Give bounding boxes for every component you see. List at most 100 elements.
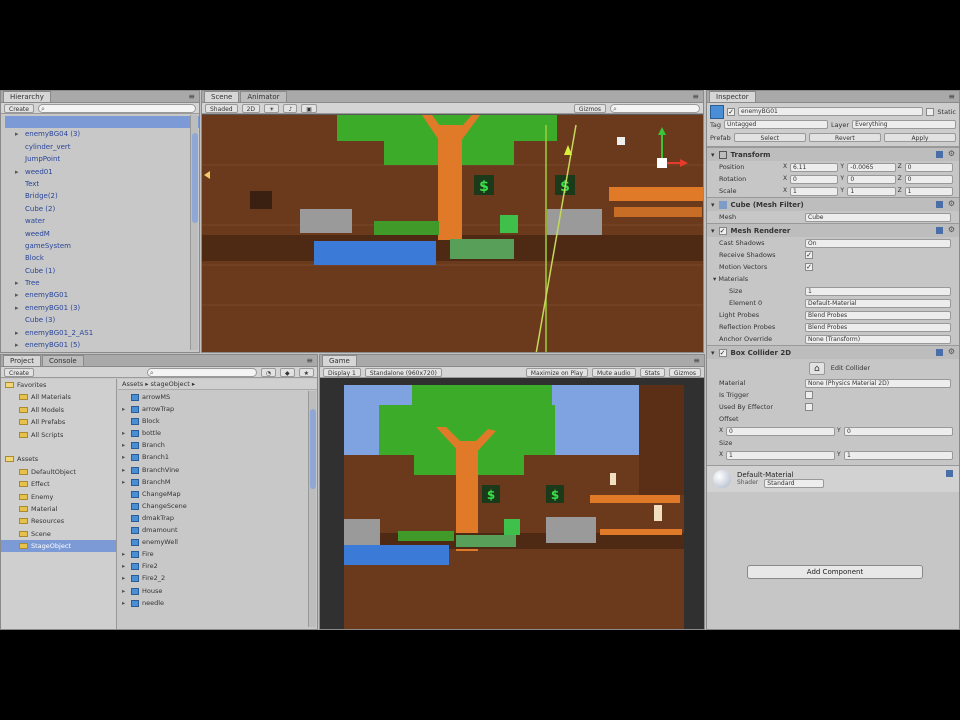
mesh-renderer-enabled-checkbox[interactable]: ✓ [718,226,727,235]
tab-console[interactable]: Console [41,355,84,366]
folder-tree-item[interactable]: Effect [1,478,116,490]
gear-icon[interactable]: ⚙ [948,149,955,158]
hierarchy-item[interactable]: enemyBG01 (3) [5,302,199,315]
project-search-input[interactable]: ⌕ [146,367,257,377]
folder-tree-item[interactable]: Assets [1,453,116,465]
transform-header[interactable]: ▾ Transform ⚙ [707,148,959,161]
box-collider-enabled-checkbox[interactable]: ✓ [718,348,727,357]
help-book-icon[interactable] [936,201,943,208]
display-dropdown[interactable]: Display 1 [323,367,361,377]
reflection-probes-dropdown[interactable]: Blend Probes [805,322,951,332]
folder-tree-item[interactable]: Scene [1,528,116,540]
box-collider-header[interactable]: ▾ ✓ Box Collider 2D ⚙ [707,346,959,359]
static-checkbox[interactable] [926,107,935,116]
hierarchy-item[interactable]: Cube (1) [5,265,199,277]
audio-toggle-icon[interactable]: ♪ [283,103,298,113]
folder-tree-item[interactable]: All Scripts [1,429,116,441]
object-name-field[interactable]: enemyBG01 [738,107,924,116]
create-button[interactable]: Create [4,367,34,377]
foldout-arrow-icon[interactable]: ▾ [711,349,715,357]
folder-tree-item[interactable]: Material [1,503,116,515]
prefab-revert-button[interactable]: Revert [808,133,881,142]
assets-scrollbar[interactable] [308,391,316,627]
hierarchy-scrollbar[interactable] [190,115,198,350]
transform-x-field[interactable]: 6.11 [790,162,839,172]
foldout-arrow-icon[interactable]: ▾ [711,227,715,235]
transform-z-field[interactable]: 0 [904,174,953,184]
motion-vectors-checkbox[interactable]: ✓ [805,263,813,271]
shading-dropdown[interactable]: Shaded [205,103,238,113]
hierarchy-item[interactable] [5,116,199,129]
add-component-button[interactable]: Add Component [747,565,923,579]
transform-x-field[interactable]: 0 [790,174,839,184]
scrollbar-thumb[interactable] [192,133,198,223]
transform-y-field[interactable]: -0.0065 [847,162,896,172]
cast-shadows-dropdown[interactable]: On [805,238,951,248]
folder-tree-item[interactable]: Enemy [1,491,116,503]
effects-toggle-icon[interactable]: ▣ [301,103,317,113]
light-toggle-icon[interactable]: ☀ [264,103,280,113]
folder-tree-item[interactable]: All Models [1,404,116,416]
mesh-field[interactable]: Cube [805,212,951,222]
maximize-on-play-toggle[interactable]: Maximize on Play [525,367,588,377]
hierarchy-item[interactable]: Block [5,252,199,264]
breadcrumb[interactable]: Assets ▸ stageObject ▸ [118,379,317,390]
transform-y-field[interactable]: 0 [847,174,896,184]
shader-dropdown[interactable]: Standard [764,478,825,488]
anchor-override-field[interactable]: None (Transform) [805,334,951,344]
gizmos-dropdown[interactable]: Gizmos [573,103,606,113]
aspect-dropdown[interactable]: Standalone (960x720) [364,367,442,377]
hierarchy-item[interactable]: enemyBG04 (3) [5,128,199,141]
folder-tree-item[interactable]: All Materials [1,391,116,403]
scrollbar-thumb[interactable] [310,409,316,489]
hierarchy-item[interactable]: gameSystem [5,240,199,252]
folder-tree-item[interactable]: DefaultObject [1,466,116,478]
hierarchy-item[interactable]: weed01 [5,166,199,179]
scene-viewport[interactable]: $ $ [202,115,703,352]
panel-menu-icon[interactable]: ≡ [306,356,313,365]
asset-item[interactable]: Fire2_2 [120,572,317,584]
mute-audio-toggle[interactable]: Mute audio [592,367,636,377]
asset-item[interactable]: BranchVine [120,464,317,476]
used-by-effector-checkbox[interactable] [805,403,813,411]
hierarchy-item[interactable]: cylinder_vert [5,141,199,153]
transform-z-field[interactable]: 1 [904,186,953,196]
hierarchy-item[interactable]: Text [5,178,199,190]
favorite-star-icon[interactable]: ★ [298,367,314,377]
material-header[interactable]: Default-Material Shader Standard [707,466,959,492]
size-field[interactable]: 1 [805,286,951,296]
physics-material-field[interactable]: None (Physics Material 2D) [805,378,951,388]
scene-search-input[interactable]: ⌕ [610,103,700,113]
hierarchy-item[interactable]: Tree [5,277,199,290]
folder-tree-item[interactable]: All Prefabs [1,416,116,428]
is-trigger-checkbox[interactable] [805,391,813,399]
tab-project[interactable]: Project [3,355,41,366]
transform-y-field[interactable]: 1 [847,186,896,196]
hierarchy-item[interactable]: weedM [5,228,199,240]
create-button[interactable]: Create [4,103,34,113]
hierarchy-item[interactable]: enemyBG01_2_AS1 [5,327,199,340]
mesh-filter-header[interactable]: ▾ Cube (Mesh Filter) ⚙ [707,198,959,211]
folder-tree-item[interactable] [1,441,116,453]
folder-tree-item[interactable]: StageObject [1,540,116,553]
asset-item[interactable]: ChangeMap [120,488,317,500]
asset-item[interactable]: House [120,585,317,597]
panel-menu-icon[interactable]: ≡ [948,92,955,101]
help-book-icon[interactable] [946,470,953,477]
prefab-apply-button[interactable]: Apply [883,133,957,142]
foldout-arrow-icon[interactable]: ▾ [711,151,715,159]
gizmos-toggle[interactable]: Gizmos [668,367,701,377]
help-book-icon[interactable] [936,151,943,158]
asset-item[interactable]: Branch [120,439,317,451]
transform-x-field[interactable]: 1 [790,186,839,196]
hierarchy-item[interactable]: enemyBG01 [5,289,199,302]
asset-item[interactable]: dmakTrap [120,512,317,524]
panel-menu-icon[interactable]: ≡ [693,356,700,365]
hierarchy-item[interactable]: enemyBG01 (5) [5,339,199,352]
stats-toggle[interactable]: Stats [639,367,665,377]
offset-y-field[interactable]: 0 [844,426,953,436]
asset-item[interactable]: ChangeScene [120,500,317,512]
hierarchy-item[interactable]: Cube (2) [5,203,199,215]
asset-item[interactable]: Fire [120,548,317,560]
tab-animator[interactable]: Animator [240,91,287,102]
